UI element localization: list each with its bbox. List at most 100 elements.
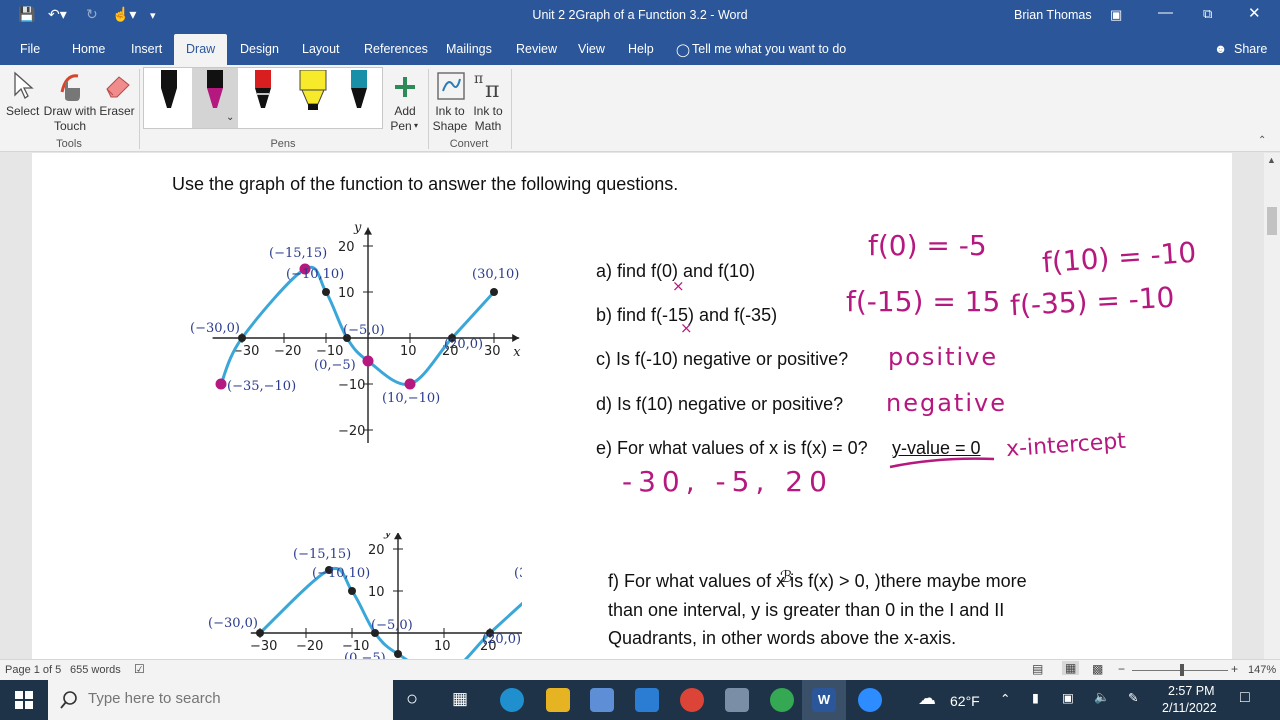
document-page[interactable]: Use the graph of the function to answer … bbox=[32, 153, 1232, 659]
ink-to-shape-label-2[interactable]: Shape bbox=[430, 119, 470, 134]
tab-layout[interactable]: Layout bbox=[302, 42, 340, 56]
ink-answer-f0: f(0) = -5 bbox=[868, 229, 987, 262]
tab-references[interactable]: References bbox=[364, 42, 428, 56]
point-label: (−10,10) bbox=[312, 566, 370, 581]
windows-start-icon[interactable] bbox=[15, 691, 33, 709]
point-label: (20,0) bbox=[444, 337, 483, 352]
pen-magenta-icon[interactable] bbox=[200, 70, 230, 114]
ink-to-shape-icon[interactable] bbox=[436, 71, 466, 101]
minimize-icon[interactable]: — bbox=[1158, 4, 1173, 21]
collapse-ribbon-icon[interactable]: ⌃ bbox=[1258, 135, 1266, 146]
tab-review[interactable]: Review bbox=[516, 42, 557, 56]
file-explorer-icon[interactable] bbox=[546, 688, 570, 712]
volume-icon[interactable]: 🔈 bbox=[1094, 690, 1110, 705]
user-name[interactable]: Brian Thomas bbox=[1014, 8, 1092, 22]
select-cursor-icon[interactable] bbox=[12, 71, 34, 101]
eraser-icon[interactable] bbox=[103, 73, 131, 99]
add-pen-label-2[interactable]: Pen bbox=[384, 119, 418, 134]
pen-red-icon[interactable] bbox=[248, 70, 278, 114]
draw-touch-icon[interactable] bbox=[56, 70, 84, 102]
search-input[interactable] bbox=[88, 690, 378, 707]
scroll-thumb[interactable] bbox=[1267, 207, 1277, 235]
temperature[interactable]: 62°F bbox=[950, 693, 980, 709]
tab-home[interactable]: Home bbox=[72, 42, 105, 56]
mail-icon[interactable] bbox=[635, 688, 659, 712]
tab-file[interactable]: File bbox=[20, 42, 40, 56]
edge-icon[interactable] bbox=[500, 688, 524, 712]
zoom-in-icon[interactable]: + bbox=[1231, 662, 1238, 676]
y-tick-label: 20 bbox=[338, 240, 355, 255]
share-button[interactable]: Share bbox=[1234, 42, 1267, 56]
text-cursor-icon: ℬ bbox=[780, 569, 793, 586]
data-point bbox=[490, 288, 498, 296]
zoom-app-icon[interactable] bbox=[858, 688, 882, 712]
document-area: Use the graph of the function to answer … bbox=[0, 153, 1264, 659]
chrome-icon[interactable] bbox=[680, 688, 704, 712]
eraser-button[interactable]: Eraser bbox=[98, 104, 136, 119]
clock-time[interactable]: 2:57 PM bbox=[1168, 684, 1215, 698]
draw-touch-label-1[interactable]: Draw with bbox=[42, 104, 98, 119]
x-tick-label: −20 bbox=[296, 639, 323, 654]
add-pen-chevron-icon[interactable]: ▾ bbox=[414, 121, 418, 130]
pen-workspace-icon[interactable]: ✎ bbox=[1128, 690, 1138, 705]
taskbar-search[interactable] bbox=[48, 680, 393, 720]
network-icon[interactable]: ▣ bbox=[1062, 690, 1074, 705]
tell-me-search[interactable]: Tell me what you want to do bbox=[692, 42, 846, 56]
ink-to-math-label-1[interactable]: Ink to bbox=[468, 104, 508, 119]
point-label: (−15,15) bbox=[269, 246, 327, 261]
ink-to-math-icon[interactable]: π π bbox=[473, 69, 505, 101]
ribbon-draw: Select Draw with Touch Eraser Tools ⌄ Pe… bbox=[0, 65, 1280, 152]
data-point bbox=[322, 288, 330, 296]
zoom-slider-thumb[interactable] bbox=[1180, 664, 1184, 676]
word-count[interactable]: 655 words bbox=[70, 664, 121, 676]
read-mode-icon[interactable]: ▤ bbox=[1032, 662, 1043, 676]
tab-insert[interactable]: Insert bbox=[131, 42, 162, 56]
vertical-scrollbar[interactable]: ▲ bbox=[1264, 153, 1280, 659]
tab-draw[interactable]: Draw bbox=[174, 34, 228, 65]
add-pen-label-1[interactable]: Add bbox=[388, 104, 422, 119]
ink-answer-f10: f(10) = -10 bbox=[1041, 235, 1198, 280]
add-pen-icon[interactable] bbox=[393, 75, 417, 99]
tab-help[interactable]: Help bbox=[628, 42, 654, 56]
ink-to-math-label-2[interactable]: Math bbox=[468, 119, 508, 134]
x-tick-label: 10 bbox=[434, 639, 451, 654]
print-layout-icon[interactable]: ▦ bbox=[1062, 661, 1080, 675]
word-icon[interactable]: W bbox=[812, 688, 836, 712]
chrome-profile-icon[interactable] bbox=[770, 688, 794, 712]
ink-to-shape-label-1[interactable]: Ink to bbox=[430, 104, 470, 119]
tab-design[interactable]: Design bbox=[240, 42, 279, 56]
tab-mailings[interactable]: Mailings bbox=[446, 42, 492, 56]
point-label: (−5,0) bbox=[371, 618, 413, 633]
tab-view[interactable]: View bbox=[578, 42, 605, 56]
select-button[interactable]: Select bbox=[6, 104, 39, 119]
weather-cloud-icon[interactable]: ☁ bbox=[918, 688, 936, 709]
zoom-out-icon[interactable]: − bbox=[1118, 662, 1125, 676]
app-icon[interactable] bbox=[725, 688, 749, 712]
person-icon: ☻ bbox=[1214, 42, 1228, 56]
cortana-icon[interactable]: ○ bbox=[406, 688, 418, 711]
task-view-icon[interactable]: ▦ bbox=[452, 689, 468, 709]
restore-icon[interactable]: ⧉ bbox=[1203, 6, 1212, 22]
highlighter-yellow-icon[interactable] bbox=[296, 70, 330, 114]
notifications-icon[interactable]: □ bbox=[1240, 689, 1250, 707]
microphone-icon[interactable]: ▮ bbox=[1032, 690, 1039, 705]
tray-chevron-icon[interactable]: ⌃ bbox=[1000, 691, 1010, 706]
pen-options-chevron-icon[interactable]: ⌄ bbox=[226, 112, 234, 123]
status-bar: Page 1 of 5 655 words ☑ ▤ ▦ ▩ − + 147% bbox=[0, 659, 1280, 680]
point-label: (0,−5) bbox=[314, 358, 356, 373]
pen-black-icon[interactable] bbox=[154, 70, 184, 114]
page-count[interactable]: Page 1 of 5 bbox=[5, 664, 61, 676]
web-layout-icon[interactable]: ▩ bbox=[1092, 662, 1103, 676]
proofing-icon[interactable]: ☑ bbox=[134, 662, 145, 676]
ribbon-display-icon[interactable]: ▣ bbox=[1110, 7, 1122, 23]
close-icon[interactable]: ✕ bbox=[1248, 4, 1261, 22]
clock-date[interactable]: 2/11/2022 bbox=[1162, 701, 1217, 715]
store-icon[interactable] bbox=[590, 688, 614, 712]
point-label: (0,−5) bbox=[344, 651, 386, 659]
ribbon-tabs: File Home Insert Draw Design Layout Refe… bbox=[0, 32, 1280, 65]
data-point bbox=[348, 587, 356, 595]
zoom-level[interactable]: 147% bbox=[1248, 664, 1276, 676]
draw-touch-label-2[interactable]: Touch bbox=[42, 119, 98, 134]
scroll-up-icon[interactable]: ▲ bbox=[1267, 155, 1276, 165]
pen-galaxy-icon[interactable] bbox=[344, 70, 374, 114]
